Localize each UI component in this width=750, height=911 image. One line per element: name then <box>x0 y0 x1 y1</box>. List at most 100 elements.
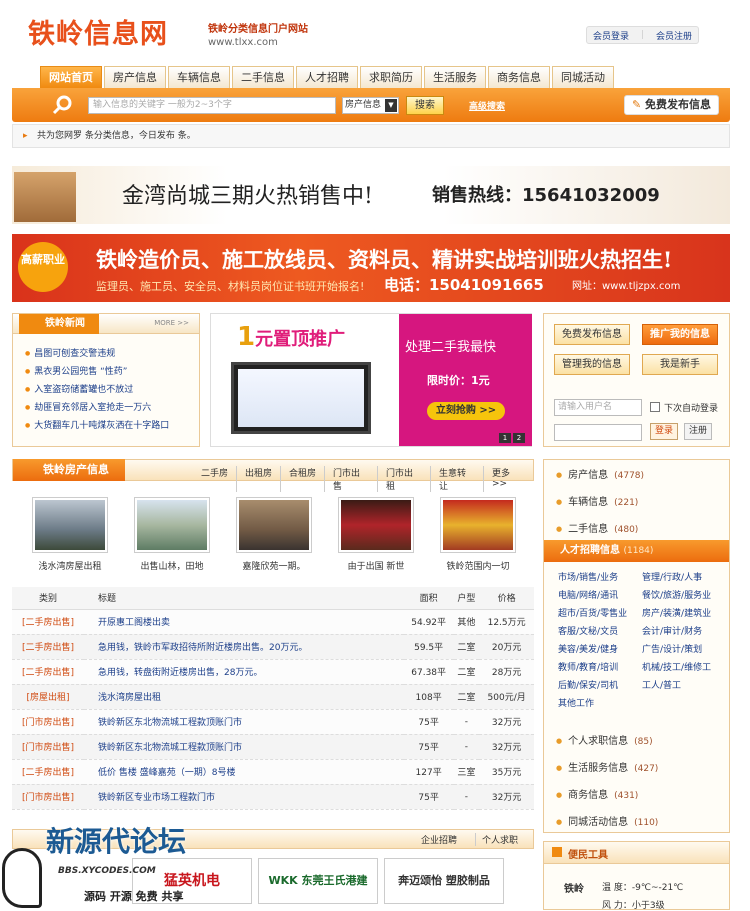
cat-count: (221) <box>614 498 639 508</box>
job-category-link[interactable]: 超市/百货/零售业 <box>558 606 642 624</box>
table-row[interactable]: [门市房出售] 铁岭新区专业市场工程款门市 75平 -32万元 <box>12 784 534 810</box>
news-item[interactable]: 大货翻车几十吨煤灰洒在十字路口 <box>25 418 169 436</box>
cat-resume[interactable]: 个人求职信息 (85) <box>556 732 652 747</box>
row-title[interactable]: 铁岭新区东北物流城工程款顶账门市 <box>84 734 404 760</box>
cat-label: 车辆信息 <box>568 497 609 508</box>
nav-life[interactable]: 生活服务 <box>424 66 486 88</box>
login-link[interactable]: 会员登录 <box>593 29 629 42</box>
company-logo[interactable]: 奔迈颂怡 塑胶制品 <box>384 858 504 904</box>
job-category-link[interactable]: 广告/设计/策划 <box>642 642 726 660</box>
nav-events[interactable]: 同城活动 <box>552 66 614 88</box>
job-header[interactable]: 人才招聘信息 (1184) <box>544 540 729 562</box>
free-post-button[interactable]: ✎ 免费发布信息 <box>624 95 719 115</box>
house-thumb[interactable]: 由于出国 新世 <box>338 497 414 572</box>
nav-resume[interactable]: 求职简历 <box>360 66 422 88</box>
row-title[interactable]: 低价 售楼 盛峰嘉苑（一期）8号楼 <box>84 759 404 785</box>
newbie-button[interactable]: 我是新手 <box>642 354 718 375</box>
auto-login-checkbox[interactable] <box>650 402 660 412</box>
cat-car[interactable]: 车辆信息 (221) <box>556 493 638 508</box>
row-title[interactable]: 浅水湾房屋出租 <box>84 684 404 710</box>
nav-house[interactable]: 房产信息 <box>104 66 166 88</box>
row-title[interactable]: 铁岭新区专业市场工程款门市 <box>84 784 404 810</box>
cat-events[interactable]: 同城活动信息 (110) <box>556 813 658 828</box>
row-title[interactable]: 急用钱，铁岭市军政招待所附近楼房出售。20万元。 <box>84 634 404 660</box>
house-tab[interactable]: 出租房 <box>236 466 280 492</box>
news-item[interactable]: 黑衣男公园兜售 “性药” <box>25 364 169 382</box>
house-tab[interactable]: 生意转让 <box>429 466 483 492</box>
news-item[interactable]: 入室盗窃储蓄罐也不放过 <box>25 382 169 400</box>
job-category-link[interactable]: 会计/审计/财务 <box>642 624 726 642</box>
advanced-search-link[interactable]: 高级搜索 <box>469 99 505 112</box>
house-thumb[interactable]: 嘉隆欣苑一期。 <box>236 497 312 572</box>
house-thumb[interactable]: 出售山林，田地 <box>134 497 210 572</box>
nav-jobs[interactable]: 人才招聘 <box>296 66 358 88</box>
banner-property-ad[interactable]: 金湾尚城三期火热销售中! 销售热线：15641032009 <box>12 166 730 224</box>
cat-business[interactable]: 商务信息 (431) <box>556 786 638 801</box>
job-category-link[interactable]: 房产/装潢/建筑业 <box>642 606 726 624</box>
nav-second-hand[interactable]: 二手信息 <box>232 66 294 88</box>
nav-car[interactable]: 车辆信息 <box>168 66 230 88</box>
job-category-link[interactable]: 客服/文秘/文员 <box>558 624 642 642</box>
house-tab[interactable]: 门市出租 <box>376 466 430 492</box>
house-thumb[interactable]: 浅水湾房屋出租 <box>32 497 108 572</box>
news-item[interactable]: 劫匪冒充邻居入室抢走一万六 <box>25 400 169 418</box>
row-title[interactable]: 开原惠工阁楼出卖 <box>84 609 404 635</box>
promote-button[interactable]: 推广我的信息 <box>642 324 718 345</box>
job-category-link[interactable]: 机械/技工/维修工 <box>642 660 726 678</box>
row-title[interactable]: 急用钱，转盘街附近楼房出售，28万元。 <box>84 659 404 685</box>
cat-house[interactable]: 房产信息 (4778) <box>556 466 644 481</box>
thumb-caption: 出售山林，田地 <box>140 562 204 572</box>
house-thumb[interactable]: 铁岭范围内一切 <box>440 497 516 572</box>
promo-slider[interactable]: 1元置顶推广 处理二手我最快 限时价：1元 立刻抢购 >> 1 2 <box>210 313 532 447</box>
password-input[interactable] <box>554 424 642 441</box>
weather-temp: 温 度：-9℃~-21℃ <box>602 883 684 893</box>
buy-now-button[interactable]: 立刻抢购 >> <box>427 402 505 420</box>
login-button[interactable]: 登录 <box>650 423 678 440</box>
house-table: 类别 标题 面积 户型 价格 [二手房出售] 开原惠工阁楼出卖 54.92平 其他 12… <box>12 587 534 810</box>
manage-button[interactable]: 管理我的信息 <box>554 354 630 375</box>
job-category-link[interactable]: 管理/行政/人事 <box>642 570 726 588</box>
house-tab[interactable]: 合租房 <box>280 466 324 492</box>
table-row[interactable]: [二手房出售] 急用钱，转盘街附近楼房出售，28万元。 67.38平 二室 28万元 <box>12 659 534 685</box>
job-category-link[interactable]: 电脑/网络/通讯 <box>558 588 642 606</box>
slider-page-1[interactable]: 1 <box>499 433 511 443</box>
company-tab[interactable]: 企业招聘 <box>421 833 457 846</box>
username-input[interactable]: 请输入用户名 <box>554 399 642 416</box>
table-row[interactable]: [二手房出售] 急用钱，铁岭市军政招待所附近楼房出售。20万元。 59.5平 二室 20… <box>12 634 534 660</box>
category-select[interactable]: 房产信息 ▼ <box>342 97 399 114</box>
nav-business[interactable]: 商务信息 <box>488 66 550 88</box>
search-input[interactable]: 输入信息的关键字 一般为2~3个字 <box>88 97 336 114</box>
house-tab[interactable]: 门市出售 <box>324 466 377 492</box>
job-category-link[interactable]: 后勤/保安/司机 <box>558 678 642 696</box>
free-post-side-button[interactable]: 免费发布信息 <box>554 324 630 345</box>
job-category-link[interactable]: 餐饮/旅游/服务业 <box>642 588 726 606</box>
job-category-link[interactable]: 市场/销售/业务 <box>558 570 642 588</box>
news-item[interactable]: 昌图可刨查交警违规 <box>25 346 169 364</box>
house-tab[interactable]: 更多>> <box>482 466 533 492</box>
job-category-link[interactable]: 教师/教育/培训 <box>558 660 642 678</box>
cat-second-hand[interactable]: 二手信息 (480) <box>556 520 638 535</box>
row-title[interactable]: 铁岭新区东北物流城工程款顶账门市 <box>84 709 404 735</box>
job-category-link[interactable]: 工人/普工 <box>642 678 726 696</box>
tools-icon <box>552 847 562 857</box>
site-logo[interactable]: 铁岭信息网 <box>28 12 178 52</box>
house-tab[interactable]: 二手房 <box>193 466 236 492</box>
cat-life[interactable]: 生活服务信息 (427) <box>556 759 658 774</box>
nav-home[interactable]: 网站首页 <box>40 66 102 88</box>
slider-page-2[interactable]: 2 <box>513 433 525 443</box>
table-row[interactable]: [房屋出租] 浅水湾房屋出租 108平 二室 500元/月 <box>12 684 534 710</box>
company-logo[interactable]: WKK 东莞王氏港建 <box>258 858 378 904</box>
house-thumbnails: 浅水湾房屋出租 出售山林，田地 嘉隆欣苑一期。 由于出国 新世 铁岭范围内一切 <box>32 497 516 572</box>
table-row[interactable]: [二手房出售] 开原惠工阁楼出卖 54.92平 其他 12.5万元 <box>12 609 534 635</box>
resume-tab[interactable]: 个人求职 <box>475 833 518 846</box>
search-button[interactable]: 搜索 <box>406 96 444 115</box>
job-category-link[interactable]: 其他工作 <box>558 696 642 714</box>
register-link[interactable]: 会员注册 <box>656 29 692 42</box>
table-row[interactable]: [门市房出售] 铁岭新区东北物流城工程款顶账门市 75平 -32万元 <box>12 734 534 760</box>
table-row[interactable]: [二手房出售] 低价 售楼 盛峰嘉苑（一期）8号楼 127平 三室 35万元 <box>12 759 534 785</box>
table-row[interactable]: [门市房出售] 铁岭新区东北物流城工程款顶账门市 75平 -32万元 <box>12 709 534 735</box>
register-button[interactable]: 注册 <box>684 423 712 440</box>
job-category-link[interactable]: 美容/美发/健身 <box>558 642 642 660</box>
news-more-link[interactable]: MORE >> <box>154 319 189 327</box>
banner-training-ad[interactable]: 高薪职业 铁岭造价员、施工放线员、资料员、精讲实战培训班火热招生! 监理员、施工… <box>12 234 730 302</box>
